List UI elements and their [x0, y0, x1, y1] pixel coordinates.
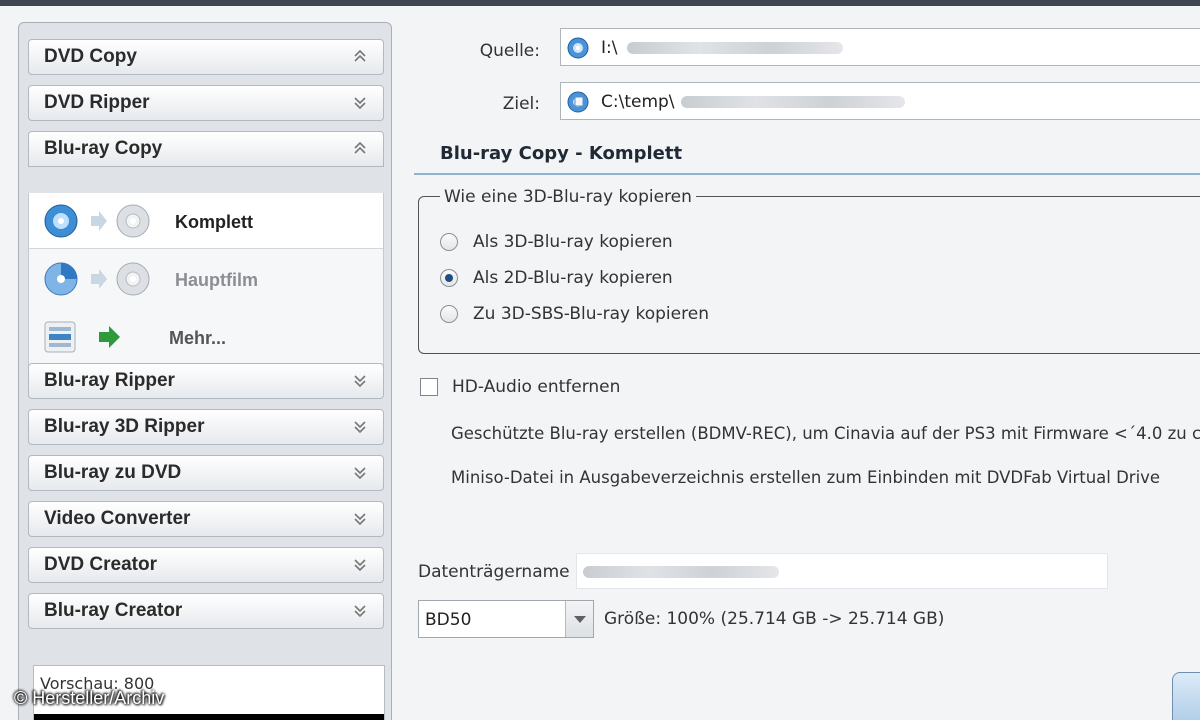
chevron-down-icon — [354, 97, 366, 110]
redacted-text — [681, 96, 905, 108]
hd-audio-label: HD-Audio entfernen — [452, 377, 621, 397]
section-label: Blu-ray 3D Ripper — [44, 416, 205, 437]
section-bluray-to-dvd[interactable]: Blu-ray zu DVD — [28, 455, 384, 491]
disk-name-input[interactable] — [576, 553, 1108, 589]
chevron-down-icon — [354, 375, 366, 388]
option-label: Komplett — [175, 212, 253, 232]
bluray-copy-options-panel: Komplett Hauptfilm Mehr... — [28, 193, 384, 375]
section-video-converter[interactable]: Video Converter — [28, 501, 384, 537]
disk-name-label: Datenträgername — [418, 562, 570, 582]
redacted-text — [627, 42, 843, 54]
disc-icon — [567, 37, 589, 59]
source-label: Quelle: — [479, 41, 540, 61]
groupbox-legend: Wie eine 3D-Blu-ray kopieren — [440, 187, 696, 207]
option-hauptfilm[interactable]: Hauptfilm — [29, 251, 383, 307]
preview-area — [34, 714, 384, 720]
target-field[interactable]: C:\temp\ — [560, 82, 1200, 120]
disc-folder-icon — [567, 91, 589, 113]
section-label: Video Converter — [44, 508, 191, 529]
target-path: C:\temp\ — [601, 92, 675, 112]
option-label: Mehr... — [169, 328, 227, 348]
section-label: Blu-ray Copy — [44, 138, 163, 159]
hd-audio-checkbox[interactable] — [420, 378, 438, 396]
section-bluray-creator[interactable]: Blu-ray Creator — [28, 593, 384, 629]
section-divider — [414, 173, 1200, 175]
option-label: Hauptfilm — [175, 270, 258, 290]
section-label: DVD Ripper — [44, 92, 150, 113]
size-info: Größe: 100% (25.714 GB -> 25.714 GB) — [604, 609, 945, 629]
section-bluray-copy[interactable]: Blu-ray Copy — [28, 131, 384, 167]
radio-button[interactable] — [440, 269, 458, 287]
section-bluray-3d-ripper[interactable]: Blu-ray 3D Ripper — [28, 409, 384, 445]
section-label: DVD Copy — [44, 46, 137, 67]
mode-title: Blu-ray Copy - Komplett — [440, 143, 683, 164]
source-field[interactable]: I:\ — [560, 28, 1200, 66]
section-dvd-ripper[interactable]: DVD Ripper — [28, 85, 384, 121]
radio-label: Als 2D-Blu-ray kopieren — [473, 268, 673, 288]
chevron-up-icon — [354, 49, 366, 62]
radio-label: Zu 3D-SBS-Blu-ray kopieren — [473, 304, 709, 324]
main-movie-copy-icon — [44, 262, 150, 296]
section-label: Blu-ray zu DVD — [44, 462, 182, 483]
section-dvd-creator[interactable]: DVD Creator — [28, 547, 384, 583]
radio-label: Als 3D-Blu-ray kopieren — [473, 232, 673, 252]
section-label: DVD Creator — [44, 554, 157, 575]
section-label: Blu-ray Ripper — [44, 370, 175, 391]
target-label: Ziel: — [502, 94, 540, 114]
section-bluray-ripper[interactable]: Blu-ray Ripper — [28, 363, 384, 399]
sidebar: DVD Copy DVD Ripper Blu-ray Copy Komplet… — [18, 22, 392, 720]
more-options-icon — [44, 321, 120, 353]
chevron-down-icon — [354, 559, 366, 572]
image-credit: © Hersteller/Archiv — [14, 688, 165, 708]
chevron-down-icon — [354, 467, 366, 480]
chevron-down-icon[interactable] — [565, 601, 593, 637]
source-path: I:\ — [601, 38, 618, 58]
start-button[interactable] — [1172, 672, 1200, 720]
section-label: Blu-ray Creator — [44, 600, 183, 621]
chevron-down-icon — [354, 513, 366, 526]
chevron-up-icon — [354, 141, 366, 154]
chevron-down-icon — [354, 605, 366, 618]
info-bdmv-rec: Geschützte Blu-ray erstellen (BDMV-REC),… — [451, 424, 1200, 443]
radio-button[interactable] — [440, 305, 458, 323]
chevron-down-icon — [354, 421, 366, 434]
option-mehr[interactable]: Mehr... — [29, 309, 383, 365]
option-komplett[interactable]: Komplett — [29, 193, 383, 249]
disk-type-value: BD50 — [425, 610, 472, 630]
full-disc-copy-icon — [44, 204, 150, 238]
info-miniso: Miniso-Datei in Ausgabeverzeichnis erste… — [451, 468, 1161, 487]
radio-button[interactable] — [440, 233, 458, 251]
disk-type-select[interactable]: BD50 — [418, 600, 594, 638]
window-top-bar — [0, 0, 1200, 6]
redacted-text — [583, 566, 779, 578]
section-dvd-copy[interactable]: DVD Copy — [28, 39, 384, 75]
